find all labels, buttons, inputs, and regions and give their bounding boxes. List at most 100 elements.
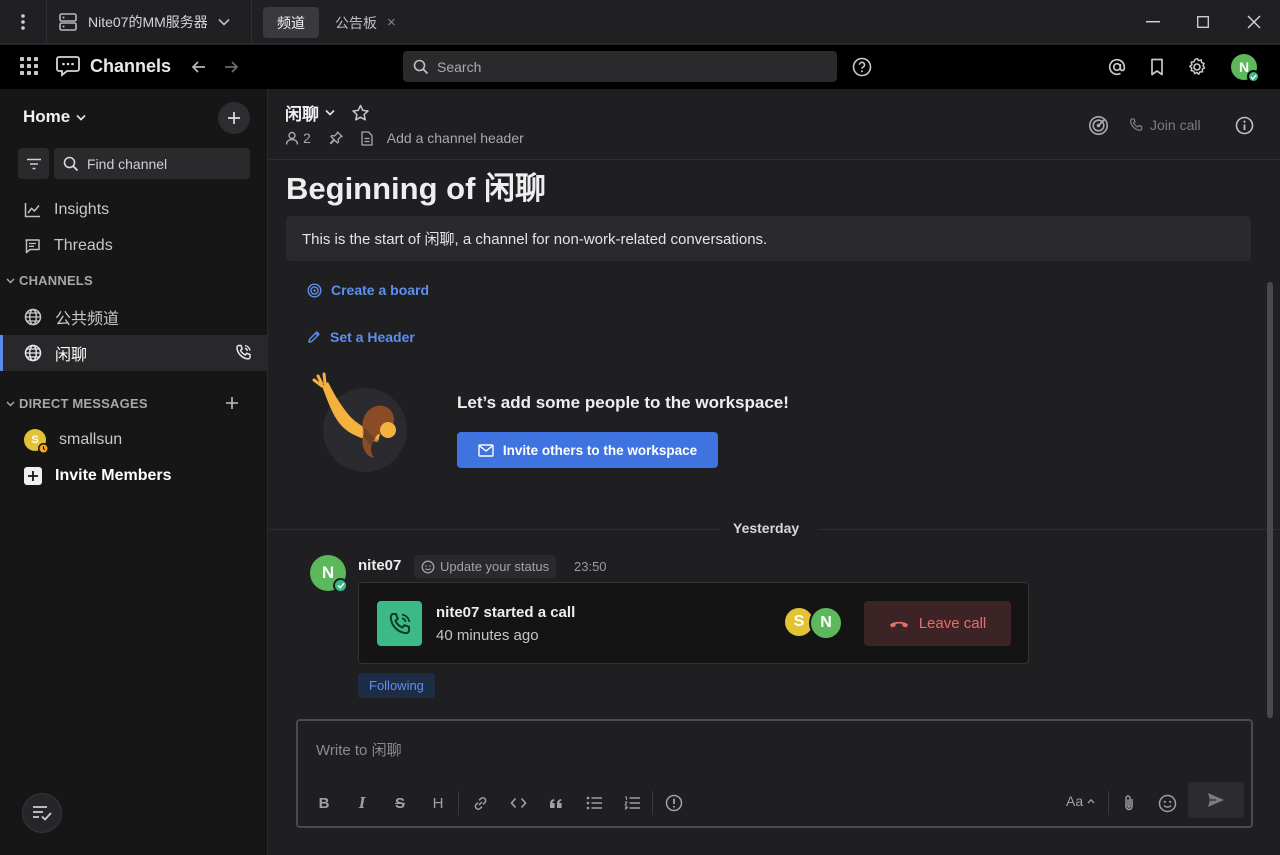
add-dm-icon[interactable] bbox=[225, 396, 239, 410]
code-button[interactable] bbox=[504, 789, 532, 817]
heading-button[interactable]: H bbox=[424, 789, 452, 817]
checklist-button[interactable] bbox=[22, 793, 62, 833]
tab-label: 公告板 bbox=[335, 14, 377, 31]
message-input[interactable]: Write to 闲聊 bbox=[316, 739, 402, 760]
following-label: Following bbox=[369, 678, 424, 693]
sidebar-item-insights[interactable]: Insights bbox=[0, 192, 268, 228]
add-button[interactable] bbox=[218, 102, 250, 134]
boards-target-icon[interactable] bbox=[1088, 115, 1109, 136]
help-icon[interactable] bbox=[851, 56, 873, 78]
join-call-button[interactable]: Join call bbox=[1129, 117, 1201, 133]
channel-view: 闲聊 2 Add a channel header Join call Begi… bbox=[269, 89, 1280, 855]
chevron-up-icon bbox=[1087, 798, 1095, 804]
section-label: CHANNELS bbox=[19, 273, 93, 288]
strikethrough-button[interactable]: S bbox=[386, 789, 414, 817]
titlebar-divider bbox=[251, 0, 252, 44]
sidebar-item-dm-smallsun[interactable]: S smallsun bbox=[0, 422, 268, 458]
channel-subheader: 2 Add a channel header bbox=[285, 130, 524, 146]
favorite-star-icon[interactable] bbox=[351, 104, 370, 122]
settings-gear-icon[interactable] bbox=[1186, 56, 1208, 78]
sidebar-item-public-channel[interactable]: 公共频道 bbox=[0, 299, 268, 335]
channel-info-icon[interactable] bbox=[1235, 116, 1254, 135]
post-timestamp[interactable]: 23:50 bbox=[574, 559, 607, 574]
window-titlebar: Nite07的MM服务器 频道 公告板 × bbox=[0, 0, 1280, 44]
channels-section-header[interactable]: CHANNELS bbox=[6, 273, 93, 288]
update-status-button[interactable]: Update your status bbox=[414, 555, 557, 578]
team-menu[interactable]: Home bbox=[23, 107, 86, 127]
close-window-icon[interactable] bbox=[1239, 8, 1269, 36]
attachment-button[interactable] bbox=[1115, 789, 1143, 817]
sidebar-item-label: 公共频道 bbox=[55, 311, 120, 328]
more-vertical-icon[interactable] bbox=[8, 8, 38, 36]
server-selector[interactable]: Nite07的MM服务器 bbox=[58, 8, 230, 36]
boards-target-icon bbox=[307, 282, 322, 298]
forward-arrow-icon[interactable] bbox=[220, 56, 242, 78]
product-menu-icon[interactable] bbox=[20, 57, 38, 75]
product-switcher[interactable]: Channels bbox=[56, 54, 171, 78]
back-arrow-icon[interactable] bbox=[188, 56, 210, 78]
channel-intro-text: This is the start of 闲聊, a channel for n… bbox=[286, 216, 1251, 261]
send-button[interactable] bbox=[1188, 782, 1244, 818]
direct-messages-section-header[interactable]: DIRECT MESSAGES bbox=[6, 396, 148, 411]
invite-members-button[interactable]: Invite Members bbox=[0, 458, 268, 494]
sidebar-item-threads[interactable]: Threads bbox=[0, 228, 268, 264]
pin-icon[interactable] bbox=[329, 131, 343, 145]
participant-avatar[interactable]: N bbox=[809, 606, 843, 640]
numbered-list-button[interactable] bbox=[618, 789, 646, 817]
threads-icon bbox=[24, 238, 41, 254]
channel-name: 闲聊 bbox=[285, 105, 319, 124]
date-separator: Yesterday bbox=[733, 520, 800, 536]
create-board-button[interactable]: Create a board bbox=[307, 282, 429, 298]
sidebar-item-label: smallsun bbox=[59, 431, 123, 448]
scrollbar[interactable] bbox=[1267, 282, 1273, 718]
tab-boards[interactable]: 公告板 × bbox=[321, 7, 410, 38]
mentions-icon[interactable] bbox=[1106, 56, 1128, 78]
member-icon bbox=[285, 131, 299, 145]
following-button[interactable]: Following bbox=[358, 673, 435, 698]
bold-button[interactable]: B bbox=[310, 789, 338, 817]
post-author-name[interactable]: nite07 bbox=[358, 557, 401, 574]
pencil-icon bbox=[307, 330, 321, 344]
globe-icon bbox=[24, 344, 42, 362]
search-input[interactable]: Search bbox=[403, 51, 837, 82]
emoji-button[interactable] bbox=[1153, 789, 1181, 817]
minimize-icon[interactable] bbox=[1138, 8, 1168, 36]
member-count-button[interactable]: 2 bbox=[285, 130, 311, 146]
filter-button[interactable] bbox=[18, 148, 49, 179]
toolbar-divider bbox=[652, 791, 653, 815]
leave-call-button[interactable]: Leave call bbox=[864, 601, 1011, 646]
text-size-button[interactable]: Aa bbox=[1066, 793, 1095, 809]
set-header-label: Set a Header bbox=[330, 329, 415, 345]
quote-button[interactable] bbox=[542, 789, 570, 817]
invite-others-button[interactable]: Invite others to the workspace bbox=[457, 432, 718, 468]
document-icon[interactable] bbox=[361, 130, 373, 146]
bulleted-list-button[interactable] bbox=[580, 789, 608, 817]
globe-icon bbox=[24, 308, 42, 326]
heading-icon: H bbox=[432, 794, 444, 812]
call-title: nite07 started a call bbox=[436, 604, 576, 621]
close-icon[interactable]: × bbox=[387, 14, 396, 31]
priority-button[interactable] bbox=[660, 789, 688, 817]
call-time: 40 minutes ago bbox=[436, 627, 539, 644]
add-channel-header-link[interactable]: Add a channel header bbox=[387, 130, 524, 146]
text-size-label: Aa bbox=[1066, 793, 1084, 809]
team-name: Home bbox=[23, 107, 71, 126]
emoji-icon bbox=[1158, 794, 1176, 812]
channel-name-menu[interactable]: 闲聊 bbox=[285, 100, 370, 125]
sidebar-item-chat-channel[interactable]: 闲聊 bbox=[0, 335, 268, 371]
bookmark-icon[interactable] bbox=[1146, 56, 1168, 78]
date-divider-line bbox=[818, 529, 1280, 530]
status-chip-label: Update your status bbox=[440, 559, 550, 574]
sidebar-item-label: Invite Members bbox=[55, 467, 172, 484]
find-channel-input[interactable]: Find channel bbox=[54, 148, 250, 179]
tab-channels[interactable]: 频道 bbox=[263, 7, 319, 38]
invite-illustration bbox=[310, 372, 410, 472]
maximize-icon[interactable] bbox=[1188, 8, 1218, 36]
checklist-icon bbox=[33, 806, 52, 821]
set-header-button[interactable]: Set a Header bbox=[307, 329, 415, 345]
emoji-status-icon bbox=[421, 560, 435, 574]
italic-button[interactable]: I bbox=[348, 789, 376, 817]
link-button[interactable] bbox=[466, 789, 494, 817]
create-board-label: Create a board bbox=[331, 282, 430, 298]
filter-icon bbox=[26, 158, 41, 169]
